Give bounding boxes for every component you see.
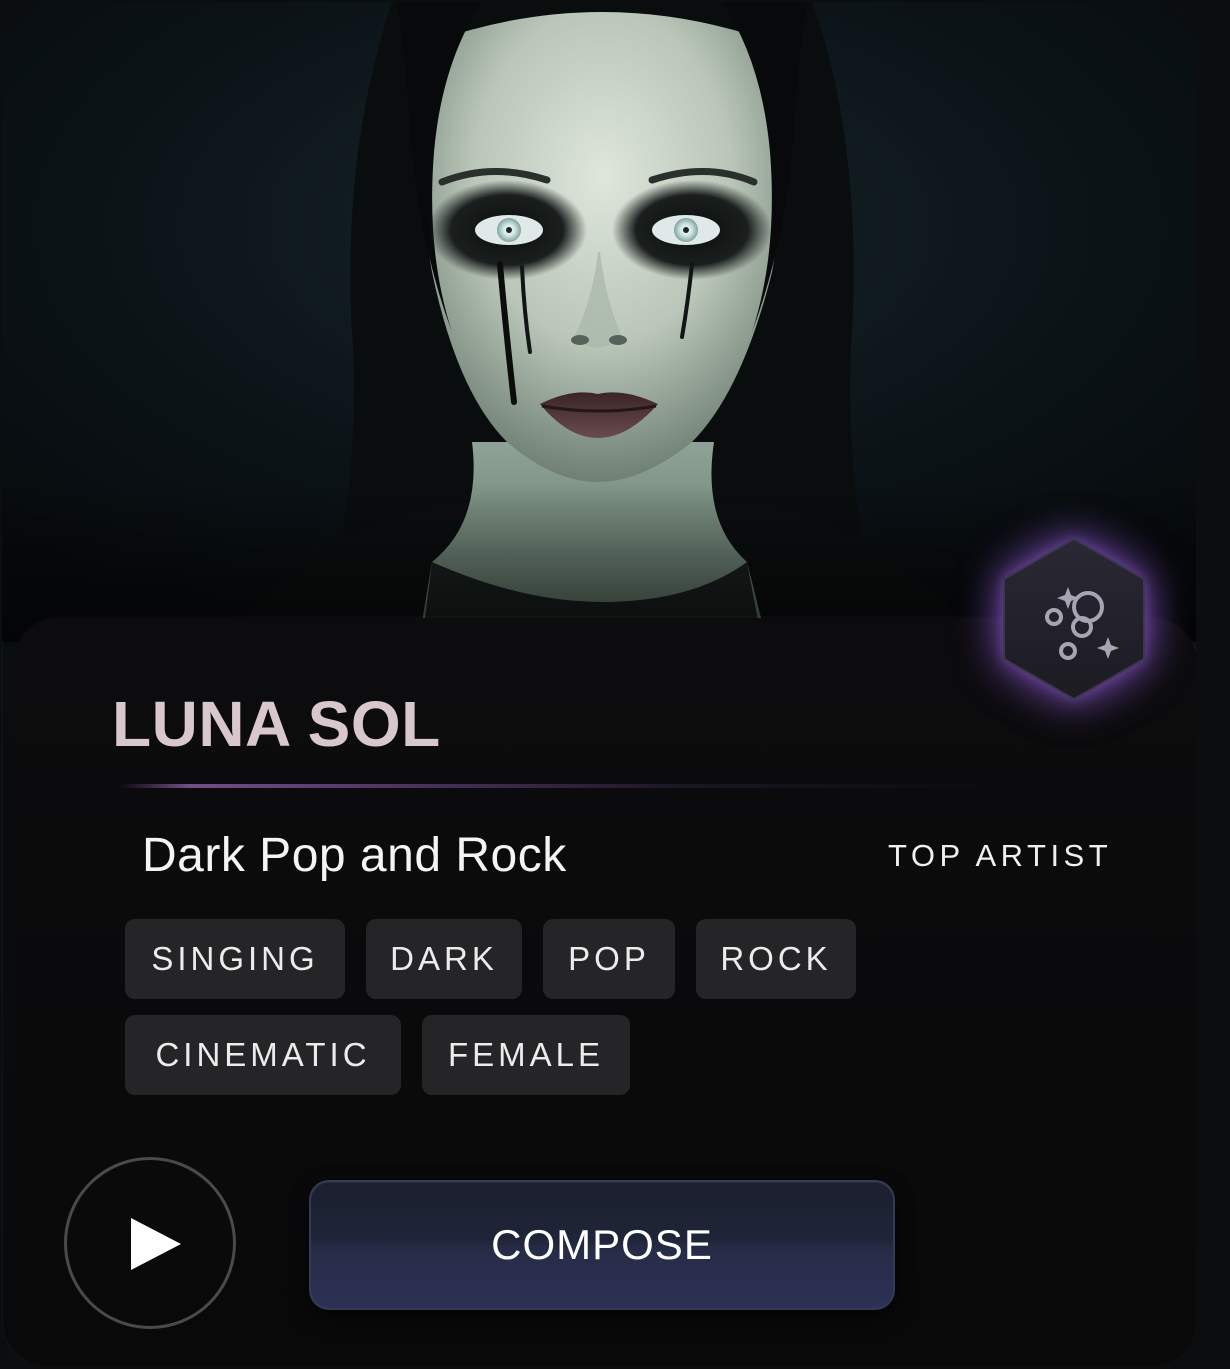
tag-pop[interactable]: POP <box>543 919 675 999</box>
ai-badge[interactable] <box>998 535 1150 703</box>
tag-singing[interactable]: SINGING <box>125 919 345 999</box>
tag-dark[interactable]: DARK <box>366 919 522 999</box>
artist-genre: Dark Pop and Rock <box>142 829 567 882</box>
artist-name: LUNA SOL <box>112 688 441 760</box>
top-artist-label: TOP ARTIST <box>888 838 1113 873</box>
tag-cinematic[interactable]: CINEMATIC <box>125 1015 401 1095</box>
tag-female[interactable]: FEMALE <box>422 1015 630 1095</box>
ai-sparkle-badge-icon <box>1003 538 1145 700</box>
play-button[interactable] <box>64 1157 236 1329</box>
artist-card: LUNA SOL Dark Pop and Rock TOP ARTIST SI… <box>2 2 1196 1366</box>
play-icon <box>131 1218 181 1270</box>
tag-rock[interactable]: ROCK <box>696 919 856 999</box>
compose-button[interactable]: COMPOSE <box>309 1180 895 1310</box>
name-divider <box>120 784 1000 788</box>
